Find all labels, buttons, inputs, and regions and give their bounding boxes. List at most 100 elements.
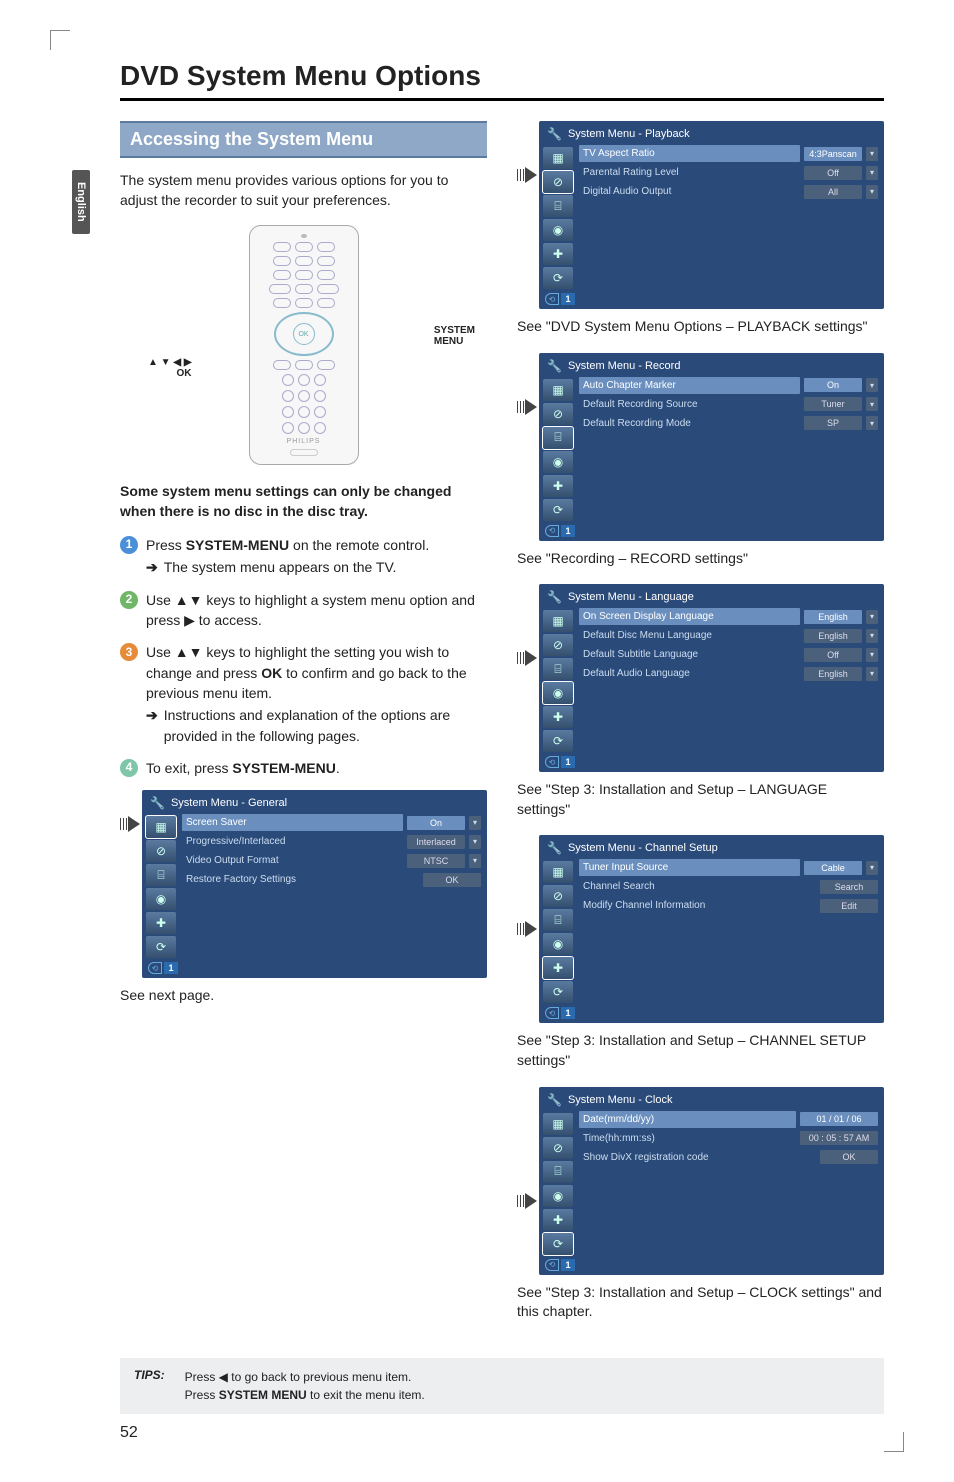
menu-title-text: System Menu - Channel Setup [568, 842, 718, 854]
menu-nav-icon: ⟳ [543, 730, 573, 752]
callout-menu: MENU [434, 336, 475, 347]
menu-title-bar: 🔧System Menu - Channel Setup [543, 839, 878, 859]
menu-nav-icon: ✚ [543, 243, 573, 265]
step-badge-2: 2 [120, 591, 138, 609]
menu-row-value: English [804, 629, 862, 643]
menu-nav-icon: ⌸ [543, 909, 573, 931]
menu-nav-icon: ⟳ [543, 499, 573, 521]
menu-row-label: Default Recording Mode [579, 415, 800, 432]
menu-panel: 🔧System Menu - Clock ▦⊘⌸◉✚⟳ ⟲1 Date(mm/d… [539, 1087, 884, 1275]
menu-row-value: Off [804, 166, 862, 180]
menu-nav-icon: ◉ [543, 933, 573, 955]
pointer-icon [517, 921, 537, 937]
menu-panel: 🔧System Menu - Language ▦⊘⌸◉✚⟳ ⟲1 On Scr… [539, 584, 884, 772]
remote-brand: PHILIPS [287, 438, 321, 445]
step3-text: Use ▲▼ keys to highlight the setting you… [146, 644, 467, 701]
menu-title-bar: 🔧System Menu - General [146, 794, 481, 814]
menu-row-value: 00 : 05 : 57 AM [800, 1131, 878, 1145]
step2-text: Use ▲▼ keys to highlight a system menu o… [146, 592, 475, 628]
menu-nav-icon: ✚ [146, 912, 176, 934]
menu-rows: Date(mm/dd/yy) 01 / 01 / 06 Time(hh:mm:s… [579, 1111, 878, 1271]
menu-row: Default Recording Mode SP ▾ [579, 415, 878, 432]
page-indicator: ⟲1 [545, 293, 575, 305]
menu-row-label: Tuner Input Source [579, 859, 800, 876]
ref-record: See "Recording – RECORD settings" [517, 549, 884, 569]
menu-row-label: Video Output Format [182, 852, 403, 869]
see-next-page: See next page. [120, 986, 487, 1006]
menu-row-value: Search [820, 880, 878, 894]
crop-mark [884, 1432, 904, 1452]
menu-row: Modify Channel Information Edit [579, 897, 878, 914]
menu-nav-icon: ▦ [543, 610, 573, 632]
menu-row-label: Date(mm/dd/yy) [579, 1111, 796, 1128]
menu-row-label: Digital Audio Output [579, 183, 800, 200]
menu-row: Default Disc Menu Language English ▾ [579, 627, 878, 644]
tips-bar: TIPS: Press ◀ to go back to previous men… [120, 1358, 884, 1414]
menu-nav-icon: ⌸ [543, 427, 573, 449]
menu-nav-icons: ▦⊘⌸◉✚⟳ ⟲1 [543, 859, 575, 1019]
arrow-icon: ➔ [146, 705, 158, 746]
step4-text: To exit, press SYSTEM-MENU. [146, 760, 340, 776]
page-number: 52 [120, 1424, 884, 1442]
menu-row-value: Edit [820, 899, 878, 913]
manual-page: English DVD System Menu Options Accessin… [0, 0, 954, 1482]
remote-body: OK PHILIPS [249, 225, 359, 465]
menu-row: Screen Saver On ▾ [182, 814, 481, 831]
menu-row: Default Recording Source Tuner ▾ [579, 396, 878, 413]
menu-nav-icon: ▦ [543, 861, 573, 883]
menu-row: Auto Chapter Marker On ▾ [579, 377, 878, 394]
step-3: 3 Use ▲▼ keys to highlight the setting y… [120, 642, 487, 745]
menu-row-value: On [804, 378, 862, 392]
step-2: 2 Use ▲▼ keys to highlight a system menu… [120, 590, 487, 631]
menu-nav-icon: ✚ [543, 706, 573, 728]
menu-nav-icons: ▦⊘⌸◉✚⟳ ⟲1 [543, 145, 575, 305]
menu-row-label: Default Disc Menu Language [579, 627, 800, 644]
dropdown-icon: ▾ [866, 166, 878, 180]
page-indicator: ⟲1 [148, 962, 178, 974]
menu-row: Default Subtitle Language Off ▾ [579, 646, 878, 663]
menu-nav-icon: ▦ [543, 1113, 573, 1135]
tips-body: Press ◀ to go back to previous menu item… [185, 1368, 425, 1404]
menu-nav-icon: ⟳ [543, 267, 573, 289]
menu-row-label: Screen Saver [182, 814, 403, 831]
bold-note: Some system menu settings can only be ch… [120, 481, 487, 522]
ref-clock: See "Step 3: Installation and Setup – CL… [517, 1283, 884, 1322]
menu-row-value: All [804, 185, 862, 199]
page-indicator: ⟲1 [545, 525, 575, 537]
step-4: 4 To exit, press SYSTEM-MENU. [120, 758, 487, 778]
menu-nav-icons: ▦⊘⌸◉✚⟳ ⟲1 [146, 814, 178, 974]
dropdown-icon: ▾ [866, 416, 878, 430]
menu-nav-icons: ▦⊘⌸◉✚⟳ ⟲1 [543, 608, 575, 768]
menu-title-text: System Menu - Clock [568, 1094, 673, 1106]
menu-row: Show DivX registration code OK [579, 1149, 878, 1166]
menu-row-value: Off [804, 648, 862, 662]
menu-title-bar: 🔧System Menu - Playback [543, 125, 878, 145]
menu-nav-icon: ⟳ [543, 1233, 573, 1255]
wrench-icon: 🔧 [547, 127, 562, 141]
menu-nav-icon: ⟳ [146, 936, 176, 958]
menu-nav-icon: ▦ [543, 379, 573, 401]
remote-illustration: ▲ ▼ ◀ ▶ OK OK PHILIPS [120, 225, 487, 465]
menu-row-label: Default Subtitle Language [579, 646, 800, 663]
dropdown-icon: ▾ [866, 648, 878, 662]
wrench-icon: 🔧 [547, 1093, 562, 1107]
menu-row-value: 4:3Panscan [804, 147, 862, 161]
menu-rows: Auto Chapter Marker On ▾ Default Recordi… [579, 377, 878, 537]
menu-row-label: Parental Rating Level [579, 164, 800, 181]
dropdown-icon: ▾ [866, 147, 878, 161]
menu-row: Default Audio Language English ▾ [579, 665, 878, 682]
menu-row: Date(mm/dd/yy) 01 / 01 / 06 [579, 1111, 878, 1128]
pointer-icon [517, 650, 537, 666]
menu-nav-icon: ⊘ [146, 840, 176, 862]
menu-title-bar: 🔧System Menu - Language [543, 588, 878, 608]
page-indicator: ⟲1 [545, 1007, 575, 1019]
callout-arrows: ▲ ▼ ◀ ▶ [148, 357, 192, 368]
menu-row-value: OK [423, 873, 481, 887]
menu-panel: 🔧System Menu - General ▦⊘⌸◉✚⟳ ⟲1 Screen … [142, 790, 487, 978]
page-title: DVD System Menu Options [120, 60, 884, 92]
two-column-layout: Accessing the System Menu The system men… [120, 121, 884, 1338]
menu-nav-icon: ⌸ [543, 1161, 573, 1183]
menu-row-value: English [804, 667, 862, 681]
dropdown-icon: ▾ [866, 629, 878, 643]
wrench-icon: 🔧 [150, 796, 165, 810]
